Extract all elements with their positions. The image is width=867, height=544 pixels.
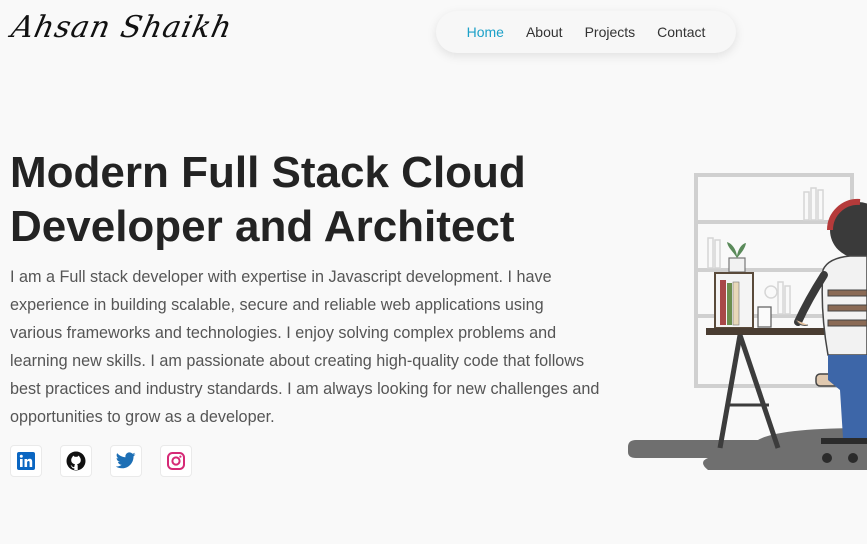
twitter-link[interactable]: [110, 445, 142, 477]
linkedin-link[interactable]: [10, 445, 42, 477]
developer-desk-illustration: [628, 173, 867, 470]
linkedin-icon: [17, 452, 35, 470]
nav-contact-link[interactable]: Contact: [657, 24, 705, 40]
twitter-icon: [116, 452, 136, 469]
instagram-icon: [167, 452, 185, 470]
logo[interactable]: Ahsan Shaikh: [8, 10, 235, 45]
nav-projects-link[interactable]: Projects: [585, 24, 636, 40]
github-icon: [66, 451, 86, 471]
hero-title: Modern Full Stack Cloud Developer and Ar…: [10, 146, 570, 254]
page: Ahsan Shaikh Home About Projects Contact…: [0, 0, 867, 544]
hero-title-line-1: Modern Full Stack Cloud: [10, 148, 526, 197]
social-links: [10, 445, 192, 477]
nav-home-link[interactable]: Home: [467, 24, 504, 40]
instagram-link[interactable]: [160, 445, 192, 477]
hero-title-line-2: Developer and Architect: [10, 202, 515, 251]
main-nav: Home About Projects Contact: [436, 11, 736, 53]
github-link[interactable]: [60, 445, 92, 477]
hero-description: I am a Full stack developer with experti…: [10, 268, 600, 426]
nav-about-link[interactable]: About: [526, 24, 563, 40]
